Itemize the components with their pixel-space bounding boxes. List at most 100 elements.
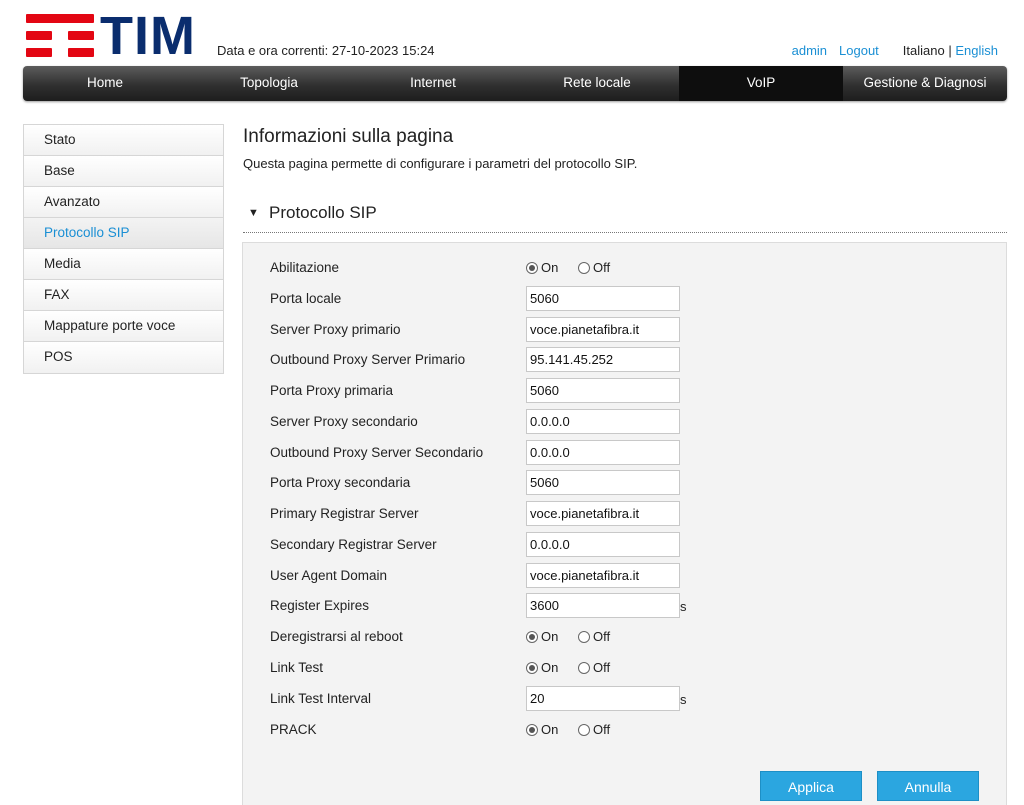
- apply-button[interactable]: Applica: [760, 771, 862, 801]
- nav-home[interactable]: Home: [23, 66, 187, 101]
- sidebar-item-protocollo-sip[interactable]: Protocollo SIP: [24, 218, 223, 249]
- tim-logo-mark-icon: [26, 14, 94, 60]
- nav-internet[interactable]: Internet: [351, 66, 515, 101]
- radio-checked-icon: [526, 723, 538, 736]
- secondary-registrar-input[interactable]: 0.0.0.0: [526, 532, 680, 557]
- porta-locale-label: Porta locale: [270, 291, 342, 306]
- link-test-interval-label: Link Test Interval: [270, 691, 372, 706]
- radio-off-label: Off: [593, 660, 611, 675]
- deregistrarsi-off-radio[interactable]: Off: [578, 629, 610, 644]
- radio-off-label: Off: [593, 629, 611, 644]
- radio-on-label: On: [541, 660, 559, 675]
- user-agent-domain-label: User Agent Domain: [270, 568, 388, 583]
- porta-proxy-primaria-label: Porta Proxy primaria: [270, 383, 394, 398]
- link-test-interval-unit: s: [680, 692, 687, 707]
- radio-off-label: Off: [593, 260, 611, 275]
- sidebar-item-pos[interactable]: POS: [24, 342, 223, 373]
- sidebar-item-base[interactable]: Base: [24, 156, 223, 187]
- radio-on-label: On: [541, 629, 559, 644]
- section-header-protocollo-sip[interactable]: ▼ Protocollo SIP: [243, 203, 1007, 233]
- sidebar-item-fax[interactable]: FAX: [24, 280, 223, 311]
- prack-on-radio[interactable]: On: [526, 722, 558, 737]
- nav-gestione-diagnosi[interactable]: Gestione & Diagnosi: [843, 66, 1007, 101]
- form-row-server-proxy-primario: Server Proxy primario voce.pianetafibra.…: [243, 315, 1006, 346]
- radio-unchecked-icon: [578, 630, 590, 643]
- radio-on-label: On: [541, 260, 559, 275]
- outbound-proxy-primario-label: Outbound Proxy Server Primario: [270, 352, 466, 367]
- radio-unchecked-icon: [578, 261, 590, 274]
- secondary-registrar-label: Secondary Registrar Server: [270, 537, 437, 552]
- link-test-off-radio[interactable]: Off: [578, 660, 610, 675]
- radio-checked-icon: [526, 261, 538, 274]
- server-proxy-secondario-label: Server Proxy secondario: [270, 414, 418, 429]
- nav-rete-locale[interactable]: Rete locale: [515, 66, 679, 101]
- form-row-link-test-interval: Link Test Interval 20 s: [243, 684, 1006, 715]
- form-row-primary-registrar: Primary Registrar Server voce.pianetafib…: [243, 499, 1006, 530]
- admin-link[interactable]: admin: [792, 43, 827, 58]
- radio-on-label: On: [541, 722, 559, 737]
- radio-checked-icon: [526, 630, 538, 643]
- primary-registrar-input[interactable]: voce.pianetafibra.it: [526, 501, 680, 526]
- sidebar: Stato Base Avanzato Protocollo SIP Media…: [23, 124, 224, 374]
- tim-logo: TIM: [26, 6, 196, 66]
- form-row-link-test: Link Test On Off: [243, 653, 1006, 684]
- form-row-abilitazione: Abilitazione On Off: [243, 253, 1006, 284]
- sidebar-item-avanzato[interactable]: Avanzato: [24, 187, 223, 218]
- abilitazione-off-radio[interactable]: Off: [578, 260, 610, 275]
- page-description: Questa pagina permette di configurare i …: [243, 156, 638, 171]
- form-row-outbound-proxy-secondario: Outbound Proxy Server Secondario 0.0.0.0: [243, 438, 1006, 469]
- prack-off-radio[interactable]: Off: [578, 722, 610, 737]
- current-datetime: Data e ora correnti: 27-10-2023 15:24: [217, 43, 435, 58]
- main-nav: Home Topologia Internet Rete locale VoIP…: [23, 66, 1007, 101]
- page-title: Informazioni sulla pagina: [243, 126, 454, 147]
- sip-settings-panel: Abilitazione On Off Porta locale 5060 Se…: [242, 242, 1007, 805]
- register-expires-input[interactable]: 3600: [526, 593, 680, 618]
- nav-topologia[interactable]: Topologia: [187, 66, 351, 101]
- sidebar-item-stato[interactable]: Stato: [24, 125, 223, 156]
- porta-proxy-secondaria-label: Porta Proxy secondaria: [270, 475, 411, 490]
- server-proxy-secondario-input[interactable]: 0.0.0.0: [526, 409, 680, 434]
- radio-unchecked-icon: [578, 723, 590, 736]
- sidebar-item-media[interactable]: Media: [24, 249, 223, 280]
- abilitazione-on-radio[interactable]: On: [526, 260, 558, 275]
- logout-link[interactable]: Logout: [839, 43, 879, 58]
- primary-registrar-label: Primary Registrar Server: [270, 506, 419, 521]
- form-row-user-agent-domain: User Agent Domain voce.pianetafibra.it: [243, 561, 1006, 592]
- porta-proxy-primaria-input[interactable]: 5060: [526, 378, 680, 403]
- abilitazione-label: Abilitazione: [270, 260, 340, 275]
- register-expires-unit: s: [680, 599, 687, 614]
- collapse-arrow-icon[interactable]: ▼: [248, 207, 259, 219]
- cancel-button[interactable]: Annulla: [877, 771, 979, 801]
- outbound-proxy-secondario-label: Outbound Proxy Server Secondario: [270, 445, 484, 460]
- form-row-register-expires: Register Expires 3600 s: [243, 591, 1006, 622]
- link-test-on-radio[interactable]: On: [526, 660, 558, 675]
- logo-text: TIM: [100, 6, 196, 66]
- outbound-proxy-primario-input[interactable]: 95.141.45.252: [526, 347, 680, 372]
- porta-locale-input[interactable]: 5060: [526, 286, 680, 311]
- radio-checked-icon: [526, 661, 538, 674]
- server-proxy-primario-input[interactable]: voce.pianetafibra.it: [526, 317, 680, 342]
- outbound-proxy-secondario-input[interactable]: 0.0.0.0: [526, 440, 680, 465]
- deregistrarsi-on-radio[interactable]: On: [526, 629, 558, 644]
- form-row-porta-proxy-primaria: Porta Proxy primaria 5060: [243, 376, 1006, 407]
- deregistrarsi-label: Deregistrarsi al reboot: [270, 629, 403, 644]
- nav-voip[interactable]: VoIP: [679, 66, 843, 101]
- form-row-prack: PRACK On Off: [243, 715, 1006, 746]
- radio-unchecked-icon: [578, 661, 590, 674]
- language-english-link[interactable]: English: [955, 43, 998, 58]
- top-links: admin Logout Italiano | English: [792, 43, 998, 58]
- form-row-deregistrarsi: Deregistrarsi al reboot On Off: [243, 622, 1006, 653]
- link-test-label: Link Test: [270, 660, 324, 675]
- form-row-porta-proxy-secondaria: Porta Proxy secondaria 5060: [243, 468, 1006, 499]
- language-separator: |: [948, 43, 952, 58]
- user-agent-domain-input[interactable]: voce.pianetafibra.it: [526, 563, 680, 588]
- porta-proxy-secondaria-input[interactable]: 5060: [526, 470, 680, 495]
- form-row-porta-locale: Porta locale 5060: [243, 284, 1006, 315]
- language-current[interactable]: Italiano: [903, 43, 945, 58]
- link-test-interval-input[interactable]: 20: [526, 686, 680, 711]
- form-row-secondary-registrar: Secondary Registrar Server 0.0.0.0: [243, 530, 1006, 561]
- radio-off-label: Off: [593, 722, 611, 737]
- sidebar-item-mappature-porte-voce[interactable]: Mappature porte voce: [24, 311, 223, 342]
- server-proxy-primario-label: Server Proxy primario: [270, 322, 401, 337]
- section-title: Protocollo SIP: [269, 203, 377, 222]
